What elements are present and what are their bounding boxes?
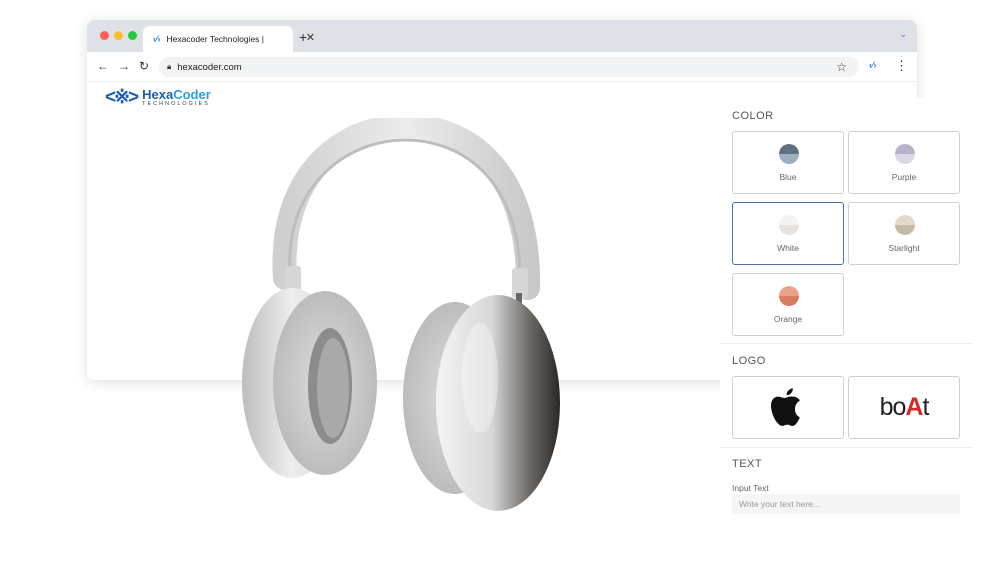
browser-tab[interactable]: ‹⁄› Hexacoder Technologies | ✕ <box>143 26 315 52</box>
logo-option-boat[interactable]: boAt <box>848 376 960 439</box>
reload-icon[interactable]: ↻ <box>139 59 149 73</box>
white-swatch <box>779 215 799 235</box>
logo-section-title: LOGO <box>732 355 766 367</box>
divider <box>720 343 973 344</box>
color-option-blue[interactable]: Blue <box>732 131 844 194</box>
color-option-purple[interactable]: Purple <box>848 131 960 194</box>
maximize-window-button[interactable] <box>128 31 137 40</box>
lock-icon: 🔒︎ <box>167 62 172 71</box>
url-text: hexacoder.com <box>177 61 242 73</box>
color-label: Starlight <box>888 243 920 253</box>
new-tab-button[interactable]: + <box>299 29 307 45</box>
page: ‹⁄› Hexacoder Technologies | ✕ + ⌄ ← → ↻… <box>0 0 1000 563</box>
bookmark-star-icon[interactable]: ☆ <box>836 60 847 74</box>
brand-name-part1: Hexa <box>142 87 174 102</box>
color-section-title: COLOR <box>732 110 774 122</box>
hexacoder-logo: <※> HexaCoder TECHNOLOGIES <box>105 86 211 109</box>
brand-name-part2: Coder <box>173 87 211 102</box>
color-option-orange[interactable]: Orange <box>732 273 844 336</box>
browser-toolbar: ← → ↻ 🔒︎ hexacoder.com ☆ ‹⁄› ⋮ <box>87 52 917 82</box>
apple-logo-icon <box>771 387 800 426</box>
brand-subtitle: TECHNOLOGIES <box>142 101 210 107</box>
tab-search-chevron-icon[interactable]: ⌄ <box>899 29 907 40</box>
custom-text-input[interactable] <box>732 494 960 514</box>
close-window-button[interactable] <box>100 31 109 40</box>
color-option-starlight[interactable]: Starlight <box>848 202 960 265</box>
extension-icon[interactable]: ‹⁄› <box>869 60 877 70</box>
color-option-white[interactable]: White <box>732 202 844 265</box>
color-label: Purple <box>891 172 917 182</box>
boat-logo-icon: boAt <box>879 393 930 421</box>
tab-title: Hexacoder Technologies | <box>166 34 265 44</box>
customizer-panel: COLOR Blue Purple White Starlight Orange… <box>720 98 973 528</box>
color-label: Orange <box>773 314 803 324</box>
blue-swatch <box>779 144 799 164</box>
hexacoder-favicon-icon: ‹⁄› <box>153 34 161 44</box>
address-bar[interactable]: 🔒︎ hexacoder.com ☆ <box>159 57 859 77</box>
brand-name: HexaCoder <box>142 88 211 101</box>
minimize-window-button[interactable] <box>114 31 123 40</box>
input-text-label: Input Text <box>732 483 769 493</box>
purple-swatch <box>895 144 915 164</box>
logo-option-apple[interactable] <box>732 376 844 439</box>
divider <box>720 447 973 448</box>
back-arrow-icon[interactable]: ← <box>97 59 109 73</box>
tab-strip: ‹⁄› Hexacoder Technologies | ✕ + ⌄ <box>87 20 917 52</box>
forward-arrow-icon[interactable]: → <box>118 59 130 73</box>
text-section-title: TEXT <box>732 458 763 470</box>
color-label: White <box>777 243 799 253</box>
headphones-product-image <box>242 118 560 511</box>
starlight-swatch <box>895 215 915 235</box>
color-label: Blue <box>779 172 797 182</box>
hexacoder-logo-mark-icon: <※> <box>105 87 139 108</box>
orange-swatch <box>779 286 799 306</box>
browser-menu-icon[interactable]: ⋮ <box>895 58 908 74</box>
